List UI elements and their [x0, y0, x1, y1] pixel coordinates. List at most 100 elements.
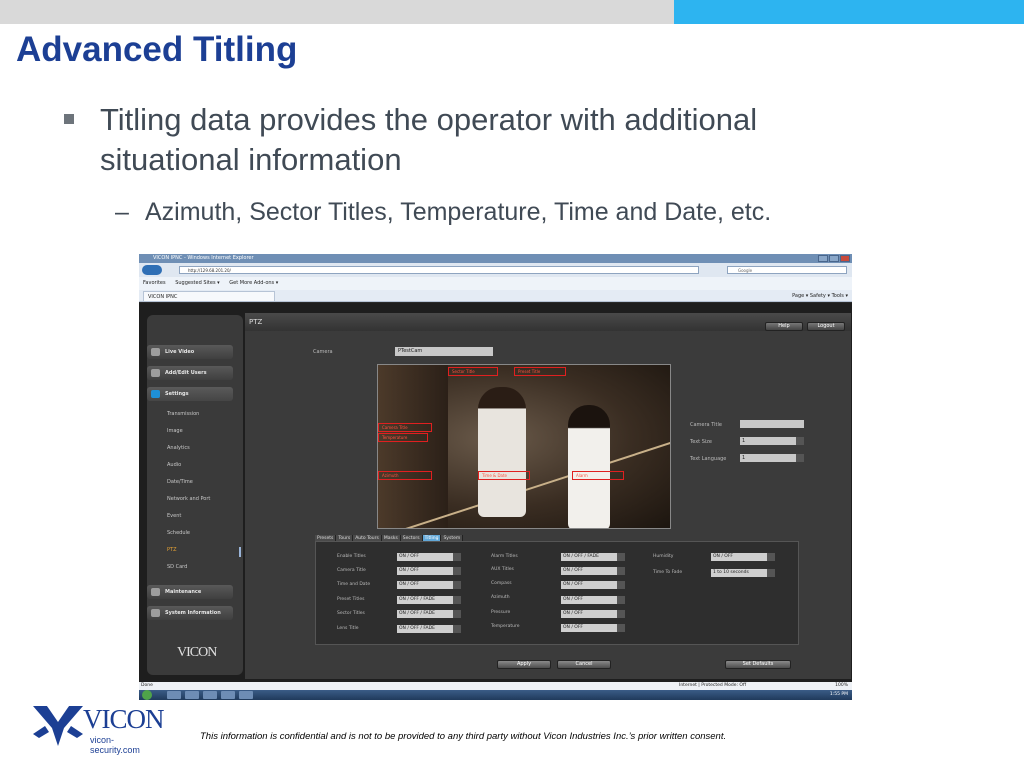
chevron-down-icon[interactable] [453, 581, 461, 589]
sidebar-settings[interactable]: Settings [147, 387, 233, 401]
chevron-down-icon[interactable] [617, 567, 625, 575]
taskbar-app-icon[interactable] [239, 691, 253, 699]
sidebar-sub-transmission[interactable]: Transmission [167, 411, 199, 417]
sidebar-live-video[interactable]: Live Video [147, 345, 233, 359]
camera-title-label: Camera Title [690, 422, 722, 428]
suggested-sites-link[interactable]: Suggested Sites ▾ [175, 280, 219, 286]
video-wall [378, 365, 448, 528]
minimize-icon[interactable] [818, 255, 828, 262]
favorites-button[interactable]: Favorites [143, 280, 166, 286]
overlay-sector-title: Sector Title [448, 367, 498, 376]
chevron-down-icon[interactable] [453, 610, 461, 618]
chevron-down-icon[interactable] [453, 567, 461, 575]
apply-button[interactable]: Apply [497, 660, 551, 669]
maximize-icon[interactable] [829, 255, 839, 262]
chevron-down-icon[interactable] [617, 610, 625, 618]
slide-title: Advanced Titling [16, 30, 298, 69]
chevron-down-icon[interactable] [617, 581, 625, 589]
taskbar-clock: 1:55 PM [829, 692, 848, 697]
sector-titles-select[interactable]: ON / OFF / FADE [397, 610, 461, 618]
taskbar-app-icon[interactable] [167, 691, 181, 699]
search-field[interactable]: Google [727, 266, 847, 274]
sidebar-sub-schedule[interactable]: Schedule [167, 530, 190, 536]
compass-select[interactable]: ON / OFF [561, 581, 625, 589]
sidebar-sub-date-time[interactable]: Date/Time [167, 479, 193, 485]
url-field[interactable]: http://129.68.201.20/ [179, 266, 699, 274]
zoom-level[interactable]: 100% [835, 682, 848, 690]
set-defaults-button[interactable]: Set Defaults [725, 660, 791, 669]
chevron-down-icon[interactable] [617, 596, 625, 604]
sidebar-sub-audio[interactable]: Audio [167, 462, 181, 468]
sidebar-sub-analytics[interactable]: Analytics [167, 445, 190, 451]
logout-button[interactable]: Logout [807, 322, 845, 331]
aux-titles-select[interactable]: ON / OFF [561, 567, 625, 575]
chevron-down-icon[interactable] [453, 596, 461, 604]
taskbar-app-icon[interactable] [203, 691, 217, 699]
bullet-level-1: Titling data provides the operator with … [64, 100, 884, 180]
vicon-logo: VICON vicon-security.com [33, 704, 164, 755]
sidebar-sub-ptz[interactable]: PTZ [167, 547, 177, 553]
get-more-addons-link[interactable]: Get More Add-ons ▾ [229, 280, 278, 286]
favorites-bar: Favorites Suggested Sites ▾ Get More Add… [139, 277, 852, 290]
sidebar-add-edit-users[interactable]: Add/Edit Users [147, 366, 233, 380]
humidity-select[interactable]: ON / OFF [711, 553, 775, 561]
top-bar-blue [674, 0, 1024, 24]
azimuth-select[interactable]: ON / OFF [561, 596, 625, 604]
sidebar-add-edit-users-label: Add/Edit Users [165, 370, 207, 376]
browser-tab[interactable]: VICON IPNC [143, 291, 275, 302]
chevron-down-icon[interactable] [617, 624, 625, 632]
camera-title-field[interactable] [740, 420, 804, 428]
sidebar-scroll-indicator[interactable] [239, 547, 241, 557]
sidebar-system-information[interactable]: System Information [147, 606, 233, 620]
sidebar-maintenance[interactable]: Maintenance [147, 585, 233, 599]
alarm-titles-select[interactable]: ON / OFF / FADE [561, 553, 625, 561]
sidebar-maintenance-label: Maintenance [165, 589, 202, 595]
sidebar-sub-event[interactable]: Event [167, 513, 181, 519]
text-size-select[interactable]: 1 [740, 437, 804, 445]
ptz-screenshot: VICON IPNC - Windows Internet Explorer h… [139, 254, 852, 700]
browser-tools-menu[interactable]: Page ▾ Safety ▾ Tools ▾ [792, 290, 848, 302]
chevron-down-icon[interactable] [767, 553, 775, 561]
chevron-down-icon[interactable] [796, 454, 804, 462]
sidebar-live-video-label: Live Video [165, 349, 195, 355]
back-forward-icon[interactable] [142, 265, 162, 275]
square-bullet-icon [64, 114, 74, 124]
enable-titles-select[interactable]: ON / OFF [397, 553, 461, 561]
aux-titles-label: AUX Titles [491, 567, 514, 572]
video-person-1 [478, 387, 526, 517]
camera-title-select[interactable]: ON / OFF [397, 567, 461, 575]
time-date-select[interactable]: ON / OFF [397, 581, 461, 589]
sidebar-sub-network[interactable]: Network and Port [167, 496, 210, 502]
preset-titles-select[interactable]: ON / OFF / FADE [397, 596, 461, 604]
security-zone: Internet | Protected Mode: Off [679, 683, 747, 688]
start-button-icon[interactable] [142, 690, 152, 700]
cancel-button[interactable]: Cancel [557, 660, 611, 669]
chevron-down-icon[interactable] [453, 625, 461, 633]
temperature-label: Temperature [491, 624, 520, 629]
chevron-down-icon[interactable] [767, 569, 775, 577]
video-preview: Sector Title Preset Title Camera Title T… [377, 364, 671, 529]
temperature-select[interactable]: ON / OFF [561, 624, 625, 632]
status-text: Done [141, 683, 153, 688]
pressure-select[interactable]: ON / OFF [561, 610, 625, 618]
sidebar-sub-image[interactable]: Image [167, 428, 183, 434]
chevron-down-icon[interactable] [617, 553, 625, 561]
time-to-fade-select[interactable]: 1 to 10 seconds [711, 569, 775, 577]
sector-titles-label: Sector Titles [337, 611, 365, 616]
help-button[interactable]: Help [765, 322, 803, 331]
confidentiality-footer: This information is confidential and is … [200, 731, 727, 742]
chevron-down-icon[interactable] [453, 553, 461, 561]
enable-titles-label: Enable Titles [337, 554, 366, 559]
sidebar-sub-sd-card[interactable]: SD Card [167, 564, 187, 570]
sidebar-settings-label: Settings [165, 391, 189, 397]
bullet-level-2: – Azimuth, Sector Titles, Temperature, Ti… [115, 198, 771, 227]
chevron-down-icon[interactable] [796, 437, 804, 445]
taskbar-app-icon[interactable] [185, 691, 199, 699]
lens-title-select[interactable]: ON / OFF / FADE [397, 625, 461, 633]
text-language-select[interactable]: 1 [740, 454, 804, 462]
video-person-2 [568, 405, 610, 528]
camera-select[interactable]: PTestCam [395, 347, 493, 356]
taskbar-app-icon[interactable] [221, 691, 235, 699]
close-icon[interactable] [840, 255, 850, 262]
overlay-temperature: Temperature [378, 433, 428, 442]
